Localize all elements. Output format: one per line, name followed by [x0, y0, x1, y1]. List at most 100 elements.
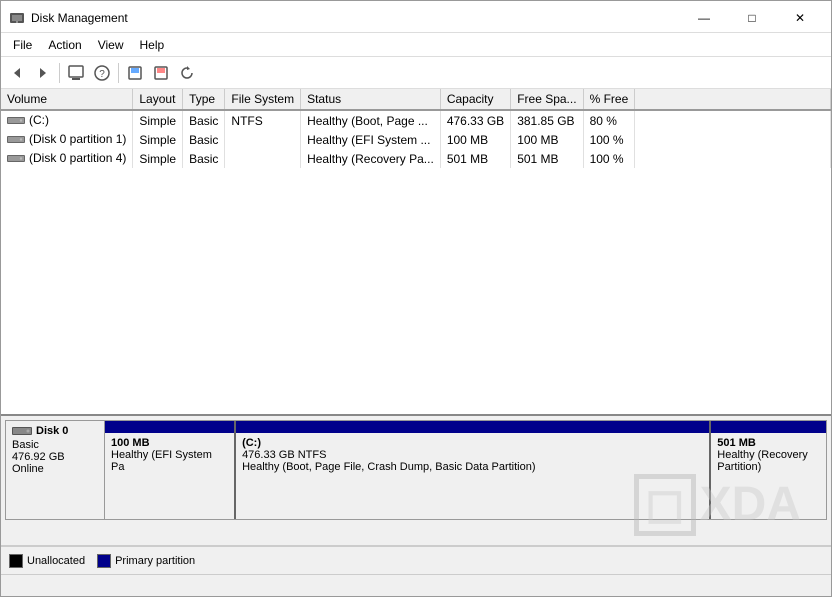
cell-type: Basic: [183, 130, 225, 149]
back-button[interactable]: [5, 61, 29, 85]
app-icon: [9, 10, 25, 26]
col-layout[interactable]: Layout: [133, 89, 183, 110]
col-status[interactable]: Status: [301, 89, 441, 110]
partition-sublabel: Healthy (EFI System Pa: [111, 449, 228, 473]
properties-button[interactable]: [64, 61, 88, 85]
cell-layout: Simple: [133, 149, 183, 168]
forward-button[interactable]: [31, 61, 55, 85]
cell-capacity: 476.33 GB: [440, 110, 510, 130]
disk-name: Disk 0: [12, 425, 98, 437]
help-button[interactable]: ?: [90, 61, 114, 85]
disk-management-window: Disk Management — □ ✕ File Action View H…: [0, 0, 832, 597]
volume-icon: [7, 153, 25, 163]
partition-header-bar: [236, 421, 709, 433]
cell-status: Healthy (Recovery Pa...: [301, 149, 441, 168]
partition-size-fs: 476.33 GB NTFS: [242, 449, 703, 461]
new-icon: [127, 65, 143, 81]
legend-box-primary: [97, 554, 111, 568]
toolbar: ?: [1, 57, 831, 89]
help-icon: ?: [94, 65, 110, 81]
table-row[interactable]: (C:) SimpleBasicNTFSHealthy (Boot, Page …: [1, 110, 831, 130]
table-row[interactable]: (Disk 0 partition 4) SimpleBasic Healthy …: [1, 149, 831, 168]
properties-icon: [68, 65, 84, 81]
cell-volume: (C:): [1, 110, 133, 130]
refresh-button[interactable]: [175, 61, 199, 85]
menu-view[interactable]: View: [90, 36, 132, 54]
legend-unallocated: Unallocated: [9, 554, 85, 568]
toolbar-separator-1: [59, 63, 60, 83]
new-button[interactable]: [123, 61, 147, 85]
close-button[interactable]: ✕: [777, 7, 823, 29]
cell-filesystem: [225, 130, 301, 149]
cell-capacity: 100 MB: [440, 130, 510, 149]
menu-bar: File Action View Help: [1, 33, 831, 57]
back-icon: [10, 66, 24, 80]
volume-icon: [7, 134, 25, 144]
cell-status: Healthy (EFI System ...: [301, 130, 441, 149]
disk-partitions: 100 MB Healthy (EFI System Pa (C:) 476.3…: [105, 420, 827, 520]
menu-help[interactable]: Help: [132, 36, 173, 54]
cell-filesystem: NTFS: [225, 110, 301, 130]
window-title: Disk Management: [31, 11, 128, 25]
status-bar: [1, 574, 831, 596]
legend-box-unallocated: [9, 554, 23, 568]
cell-freespace: 100 MB: [511, 130, 583, 149]
partition-label: 100 MB: [111, 437, 228, 449]
disk-table-area[interactable]: Volume Layout Type File System Status Ca…: [1, 89, 831, 416]
cell-volume: (Disk 0 partition 4): [1, 149, 133, 168]
delete-icon: [153, 65, 169, 81]
refresh-icon: [179, 65, 195, 81]
disk-table: Volume Layout Type File System Status Ca…: [1, 89, 831, 168]
partition-label: 501 MB: [717, 437, 820, 449]
partition-header-bar: [105, 421, 234, 433]
partition-sublabel: Healthy (Recovery Partition): [717, 449, 820, 473]
delete-button[interactable]: [149, 61, 173, 85]
disk-row: Disk 0 Basic 476.92 GB Online 100 MB Hea…: [5, 420, 827, 520]
maximize-button[interactable]: □: [729, 7, 775, 29]
main-content: Volume Layout Type File System Status Ca…: [1, 89, 831, 574]
cell-percentfree: 100 %: [583, 149, 635, 168]
disk-icon: [12, 425, 32, 437]
partition-header-bar: [711, 421, 826, 433]
table-row[interactable]: (Disk 0 partition 1) SimpleBasic Healthy …: [1, 130, 831, 149]
title-bar: Disk Management — □ ✕: [1, 1, 831, 33]
disk-viz-area: Disk 0 Basic 476.92 GB Online 100 MB Hea…: [1, 416, 831, 546]
cell-freespace: 381.85 GB: [511, 110, 583, 130]
cell-status: Healthy (Boot, Page ...: [301, 110, 441, 130]
svg-text:?: ?: [99, 69, 105, 80]
partition-content: 501 MB Healthy (Recovery Partition): [711, 433, 826, 519]
legend-primary: Primary partition: [97, 554, 195, 568]
disk-label: Disk 0 Basic 476.92 GB Online: [5, 420, 105, 520]
menu-action[interactable]: Action: [40, 36, 89, 54]
legend-area: Unallocated Primary partition: [1, 546, 831, 574]
col-type[interactable]: Type: [183, 89, 225, 110]
partition[interactable]: (C:) 476.33 GB NTFS Healthy (Boot, Page …: [236, 421, 711, 519]
partition-content: 100 MB Healthy (EFI System Pa: [105, 433, 234, 519]
volume-icon: [7, 115, 25, 125]
col-capacity[interactable]: Capacity: [440, 89, 510, 110]
cell-layout: Simple: [133, 110, 183, 130]
col-filesystem[interactable]: File System: [225, 89, 301, 110]
menu-file[interactable]: File: [5, 36, 40, 54]
col-percentfree[interactable]: % Free: [583, 89, 635, 110]
cell-layout: Simple: [133, 130, 183, 149]
partition[interactable]: 501 MB Healthy (Recovery Partition): [711, 421, 826, 519]
col-volume[interactable]: Volume: [1, 89, 133, 110]
col-freespace[interactable]: Free Spa...: [511, 89, 583, 110]
toolbar-separator-2: [118, 63, 119, 83]
minimize-button[interactable]: —: [681, 7, 727, 29]
cell-filesystem: [225, 149, 301, 168]
window-controls[interactable]: — □ ✕: [681, 7, 823, 29]
cell-percentfree: 100 %: [583, 130, 635, 149]
forward-icon: [36, 66, 50, 80]
cell-type: Basic: [183, 149, 225, 168]
partition-label: (C:): [242, 437, 703, 449]
col-extra: [635, 89, 831, 110]
partition-status: Healthy (Boot, Page File, Crash Dump, Ba…: [242, 461, 703, 473]
partition[interactable]: 100 MB Healthy (EFI System Pa: [105, 421, 236, 519]
partition-content: (C:) 476.33 GB NTFS Healthy (Boot, Page …: [236, 433, 709, 519]
title-bar-left: Disk Management: [9, 10, 128, 26]
cell-percentfree: 80 %: [583, 110, 635, 130]
cell-volume: (Disk 0 partition 1): [1, 130, 133, 149]
cell-capacity: 501 MB: [440, 149, 510, 168]
